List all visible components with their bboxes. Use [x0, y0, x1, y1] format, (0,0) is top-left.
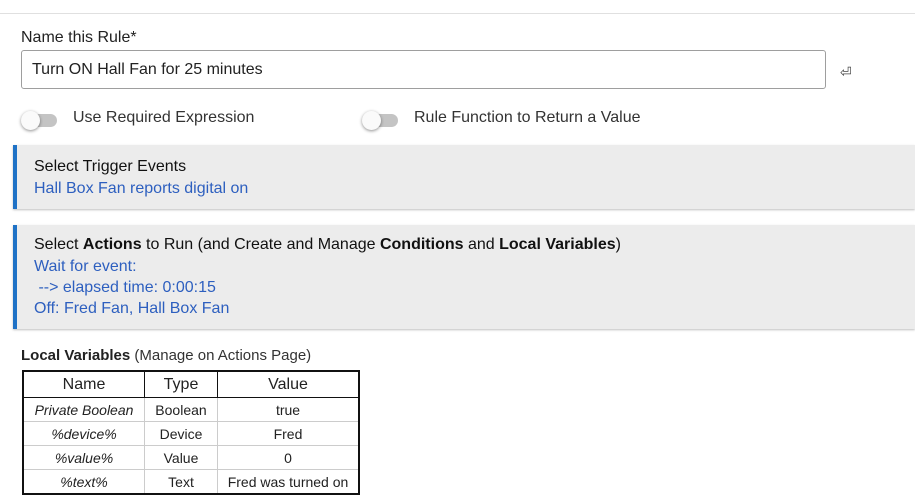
toggle-knob	[362, 111, 381, 130]
table-header-row: Name Type Value	[22, 370, 360, 398]
enter-icon[interactable]: ⏎	[840, 64, 852, 80]
rule-name-label: Name this Rule*	[21, 29, 137, 46]
var-name: %device%	[22, 421, 145, 446]
actions-section[interactable]: Select Actions to Run (and Create and Ma…	[13, 225, 915, 329]
local-variables-title: Local Variables (Manage on Actions Page)	[21, 347, 312, 364]
var-value: 0	[217, 445, 360, 470]
rule-name-input[interactable]	[21, 50, 826, 89]
var-value: Fred was turned on	[217, 469, 360, 495]
rule-function-toggle[interactable]	[362, 111, 398, 130]
table-row: Private Boolean Boolean true	[22, 397, 360, 422]
var-type: Value	[144, 445, 218, 470]
trigger-event-line: Hall Box Fan reports digital on	[34, 180, 249, 197]
var-name: %text%	[22, 469, 145, 495]
action-line: Wait for event:	[34, 258, 137, 275]
var-type: Text	[144, 469, 218, 495]
rule-function-label: Rule Function to Return a Value	[414, 109, 641, 126]
trigger-events-section[interactable]: Select Trigger Events Hall Box Fan repor…	[13, 145, 915, 209]
local-variables-table: Name Type Value Private Boolean Boolean …	[22, 370, 360, 495]
var-name: %value%	[22, 445, 145, 470]
table-row: %value% Value 0	[22, 445, 360, 470]
top-divider	[0, 13, 915, 14]
toggle-knob	[21, 111, 40, 130]
table-row: %device% Device Fred	[22, 421, 360, 446]
required-expression-toggle[interactable]	[21, 111, 57, 130]
action-line: Off: Fred Fan, Hall Box Fan	[34, 300, 230, 317]
var-value: Fred	[217, 421, 360, 446]
actions-title: Select Actions to Run (and Create and Ma…	[34, 236, 621, 253]
var-name: Private Boolean	[22, 397, 145, 422]
header-value: Value	[217, 370, 360, 398]
var-type: Device	[144, 421, 218, 446]
header-name: Name	[22, 370, 145, 398]
var-type: Boolean	[144, 397, 218, 422]
required-expression-label: Use Required Expression	[73, 109, 255, 126]
action-line: --> elapsed time: 0:00:15	[34, 279, 216, 296]
var-value: true	[217, 397, 360, 422]
header-type: Type	[144, 370, 218, 398]
table-row: %text% Text Fred was turned on	[22, 469, 360, 495]
trigger-events-title: Select Trigger Events	[34, 158, 187, 175]
